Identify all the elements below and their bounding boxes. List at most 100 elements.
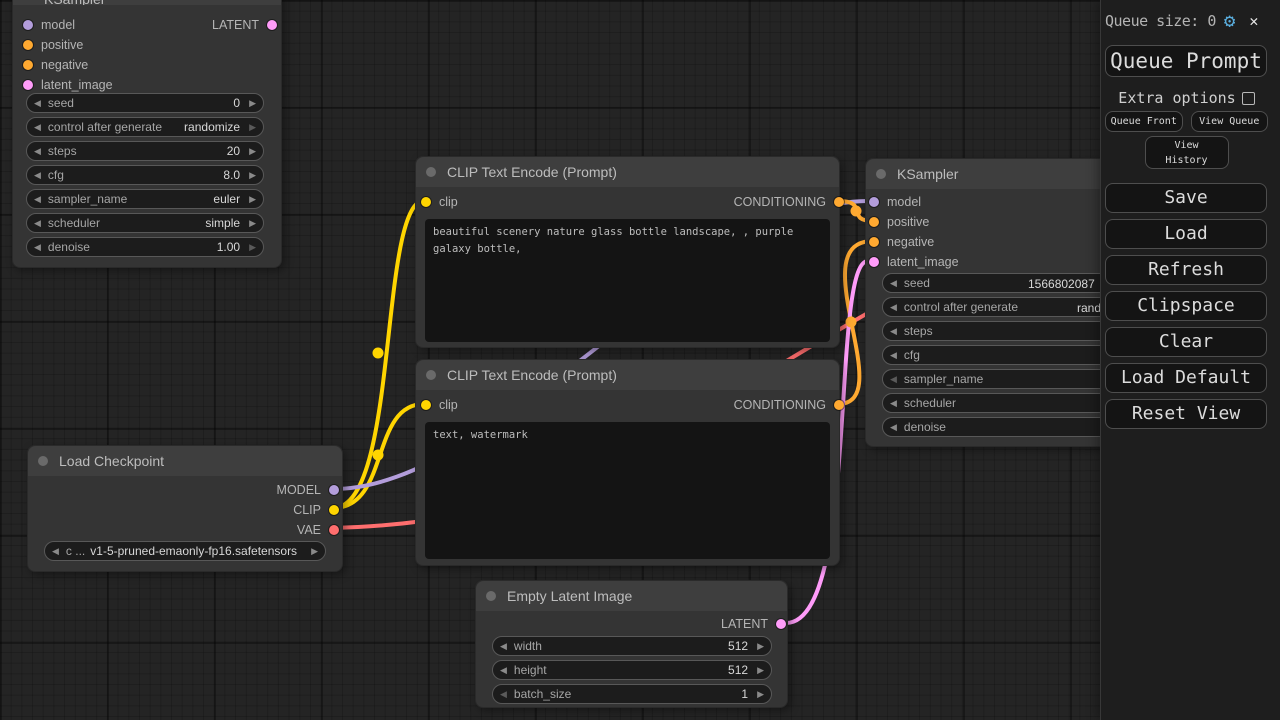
widget-control-after-generate[interactable]: ◀ control after generate randomize ▶ — [26, 117, 264, 137]
clipspace-button[interactable]: Clipspace — [1105, 291, 1267, 321]
latent-image-port-dot[interactable] — [23, 80, 33, 90]
increment-arrow-icon[interactable]: ▶ — [242, 214, 263, 232]
decrement-arrow-icon[interactable]: ◀ — [27, 166, 48, 184]
vae-port-dot[interactable] — [329, 525, 339, 535]
settings-gear-icon[interactable]: ⚙ — [1224, 11, 1235, 31]
decrement-arrow-icon[interactable]: ◀ — [493, 637, 514, 655]
queue-front-button[interactable]: Queue Front — [1105, 111, 1183, 132]
output-port-vae[interactable]: VAE — [297, 520, 339, 540]
increment-arrow-icon[interactable]: ▶ — [242, 238, 263, 256]
queue-prompt-button[interactable]: Queue Prompt — [1105, 45, 1267, 77]
clip-port-dot[interactable] — [329, 505, 339, 515]
decrement-arrow-icon[interactable]: ◀ — [883, 298, 904, 316]
conditioning-port-dot[interactable] — [834, 400, 844, 410]
prompt-text-area[interactable]: beautiful scenery nature glass bottle la… — [425, 219, 830, 342]
decrement-arrow-icon[interactable]: ◀ — [27, 190, 48, 208]
widget-denoise[interactable]: ◀ denoise 1.00 ▶ — [26, 237, 264, 257]
clip-port-dot[interactable] — [421, 400, 431, 410]
widget-cfg[interactable]: ◀ cfg 8.0 ▶ — [26, 165, 264, 185]
model-port-dot[interactable] — [329, 485, 339, 495]
load-default-button[interactable]: Load Default — [1105, 363, 1267, 393]
increment-arrow-icon[interactable]: ▶ — [242, 166, 263, 184]
input-port-positive[interactable]: positive — [23, 35, 83, 55]
input-port-negative[interactable]: negative — [23, 55, 88, 75]
next-arrow-icon[interactable]: ▶ — [304, 542, 325, 560]
negative-port-dot[interactable] — [869, 237, 879, 247]
widget-ckpt-name[interactable]: ◀ c ... v1-5-pruned-emaonly-fp16.safeten… — [44, 541, 326, 561]
decrement-arrow-icon[interactable]: ◀ — [883, 274, 904, 292]
increment-arrow-icon[interactable]: ▶ — [242, 94, 263, 112]
input-port-clip[interactable]: clip — [421, 192, 458, 212]
model-port-dot[interactable] — [23, 20, 33, 30]
node-clip-text-encode-negative[interactable]: CLIP Text Encode (Prompt) clip CONDITION… — [415, 359, 840, 566]
input-port-latent-image[interactable]: latent_image — [23, 75, 113, 95]
negative-port-dot[interactable] — [23, 60, 33, 70]
increment-arrow-icon[interactable]: ▶ — [750, 637, 771, 655]
increment-arrow-icon[interactable]: ▶ — [242, 142, 263, 160]
node-empty-latent-image[interactable]: Empty Latent Image LATENT ◀ width 512 ▶ … — [475, 580, 788, 708]
output-port-conditioning[interactable]: CONDITIONING — [734, 395, 844, 415]
collapse-dot[interactable] — [426, 370, 436, 380]
decrement-arrow-icon[interactable]: ◀ — [27, 238, 48, 256]
widget-seed[interactable]: ◀ seed 0 ▶ — [26, 93, 264, 113]
latent-port-dot[interactable] — [267, 20, 277, 30]
node-load-checkpoint[interactable]: Load Checkpoint MODEL CLIP VAE ◀ c ... v… — [27, 445, 343, 572]
output-port-model[interactable]: MODEL — [277, 480, 339, 500]
collapse-dot[interactable] — [426, 167, 436, 177]
decrement-arrow-icon[interactable]: ◀ — [493, 685, 514, 703]
decrement-arrow-icon[interactable]: ◀ — [883, 394, 904, 412]
save-button[interactable]: Save — [1105, 183, 1267, 213]
widget-scheduler[interactable]: ◀ scheduler simple ▶ — [26, 213, 264, 233]
output-port-latent[interactable]: LATENT — [212, 15, 277, 35]
widget-sampler-name[interactable]: ◀ sampler_name euler ▶ — [26, 189, 264, 209]
collapse-dot[interactable] — [38, 456, 48, 466]
decrement-arrow-icon[interactable]: ◀ — [27, 142, 48, 160]
collapse-dot[interactable] — [876, 169, 886, 179]
view-history-button[interactable]: View History — [1145, 136, 1229, 169]
node-title-bar[interactable]: CLIP Text Encode (Prompt) — [416, 157, 839, 187]
positive-port-dot[interactable] — [23, 40, 33, 50]
node-title-bar[interactable]: Empty Latent Image — [476, 581, 787, 611]
node-graph-canvas[interactable]: KSampler model positive negative latent_… — [0, 0, 1280, 720]
widget-batch-size[interactable]: ◀ batch_size 1 ▶ — [492, 684, 772, 704]
latent-port-dot[interactable] — [776, 619, 786, 629]
increment-arrow-icon[interactable]: ▶ — [242, 190, 263, 208]
previous-arrow-icon[interactable]: ◀ — [45, 542, 66, 560]
node-title-bar[interactable]: KSampler — [13, 0, 281, 5]
decrement-arrow-icon[interactable]: ◀ — [27, 94, 48, 112]
increment-arrow-icon[interactable]: ▶ — [750, 685, 771, 703]
input-port-clip[interactable]: clip — [421, 395, 458, 415]
positive-port-dot[interactable] — [869, 217, 879, 227]
node-clip-text-encode-positive[interactable]: CLIP Text Encode (Prompt) clip CONDITION… — [415, 156, 840, 348]
input-port-model[interactable]: model — [869, 192, 921, 212]
view-queue-button[interactable]: View Queue — [1191, 111, 1269, 132]
input-port-negative[interactable]: negative — [869, 232, 934, 252]
input-port-model[interactable]: model — [23, 15, 75, 35]
decrement-arrow-icon[interactable]: ◀ — [883, 322, 904, 340]
prompt-text-area[interactable]: text, watermark — [425, 422, 830, 559]
decrement-arrow-icon[interactable]: ◀ — [27, 118, 48, 136]
input-port-latent-image[interactable]: latent_image — [869, 252, 959, 272]
increment-arrow-icon[interactable]: ▶ — [242, 118, 263, 136]
decrement-arrow-icon[interactable]: ◀ — [493, 661, 514, 679]
output-port-latent[interactable]: LATENT — [721, 614, 786, 634]
output-port-clip[interactable]: CLIP — [293, 500, 339, 520]
decrement-arrow-icon[interactable]: ◀ — [883, 346, 904, 364]
refresh-button[interactable]: Refresh — [1105, 255, 1267, 285]
decrement-arrow-icon[interactable]: ◀ — [27, 214, 48, 232]
collapse-dot[interactable] — [486, 591, 496, 601]
reset-view-button[interactable]: Reset View — [1105, 399, 1267, 429]
model-port-dot[interactable] — [869, 197, 879, 207]
clip-port-dot[interactable] — [421, 197, 431, 207]
conditioning-port-dot[interactable] — [834, 197, 844, 207]
close-icon[interactable]: ✕ — [1249, 12, 1258, 30]
widget-height[interactable]: ◀ height 512 ▶ — [492, 660, 772, 680]
load-button[interactable]: Load — [1105, 219, 1267, 249]
input-port-positive[interactable]: positive — [869, 212, 929, 232]
node-ksampler-left[interactable]: KSampler model positive negative latent_… — [12, 0, 282, 268]
increment-arrow-icon[interactable]: ▶ — [750, 661, 771, 679]
widget-steps[interactable]: ◀ steps 20 ▶ — [26, 141, 264, 161]
node-title-bar[interactable]: CLIP Text Encode (Prompt) — [416, 360, 839, 390]
decrement-arrow-icon[interactable]: ◀ — [883, 418, 904, 436]
latent-image-port-dot[interactable] — [869, 257, 879, 267]
